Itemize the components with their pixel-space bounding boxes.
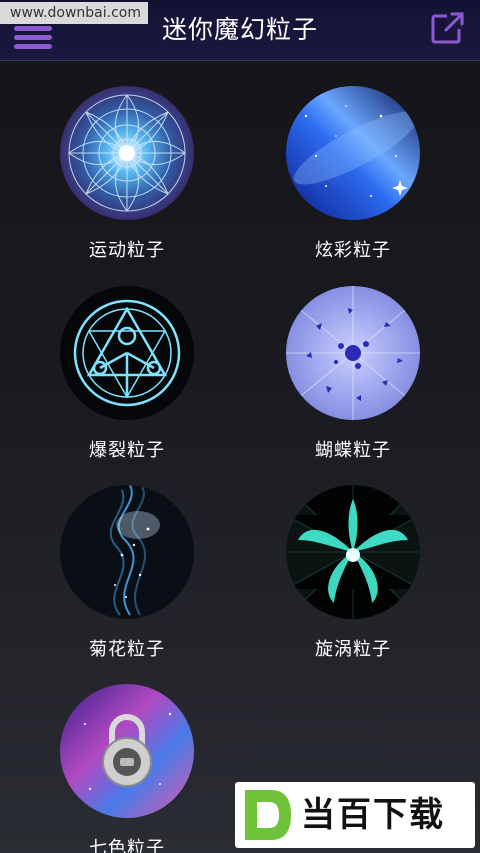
- vortex-image: [286, 485, 420, 619]
- particle-item-seven-color[interactable]: 七色粒子: [27, 684, 227, 853]
- particle-item-vortex[interactable]: 旋涡粒子: [253, 485, 453, 675]
- share-icon[interactable]: [430, 10, 466, 46]
- particle-label: 菊花粒子: [89, 639, 165, 660]
- app-screen: 迷你魔幻粒子 www.downbai.com 运动粒子 炫彩粒子 爆裂粒子 蝴蝶…: [0, 0, 480, 853]
- downbai-logo: 当百下载: [235, 782, 475, 848]
- particle-item-colorful[interactable]: 炫彩粒子: [253, 86, 453, 276]
- particle-item-motion[interactable]: 运动粒子: [27, 86, 227, 276]
- particle-label: 运动粒子: [89, 240, 165, 261]
- particle-label: 炫彩粒子: [315, 240, 391, 261]
- particle-label: 蝴蝶粒子: [315, 440, 391, 461]
- galaxy-image: [286, 86, 420, 220]
- mandala-image: [60, 86, 194, 220]
- particle-item-burst[interactable]: 爆裂粒子: [27, 286, 227, 476]
- particle-stream-image: [60, 485, 194, 619]
- logo-text: 当百下载: [301, 795, 445, 835]
- magic-circle-image: [60, 286, 194, 420]
- watermark-url: www.downbai.com: [0, 2, 148, 24]
- particle-label: 爆裂粒子: [89, 440, 165, 461]
- logo-d-icon: [245, 790, 291, 840]
- particle-item-butterfly[interactable]: 蝴蝶粒子: [253, 286, 453, 476]
- shatter-image: [286, 286, 420, 420]
- header-bar: 迷你魔幻粒子 www.downbai.com: [0, 0, 480, 61]
- particle-label: 七色粒子: [89, 838, 165, 853]
- padlock-nebula-image: [60, 684, 194, 818]
- particle-item-chrysanthemum[interactable]: 菊花粒子: [27, 485, 227, 675]
- particle-label: 旋涡粒子: [315, 639, 391, 660]
